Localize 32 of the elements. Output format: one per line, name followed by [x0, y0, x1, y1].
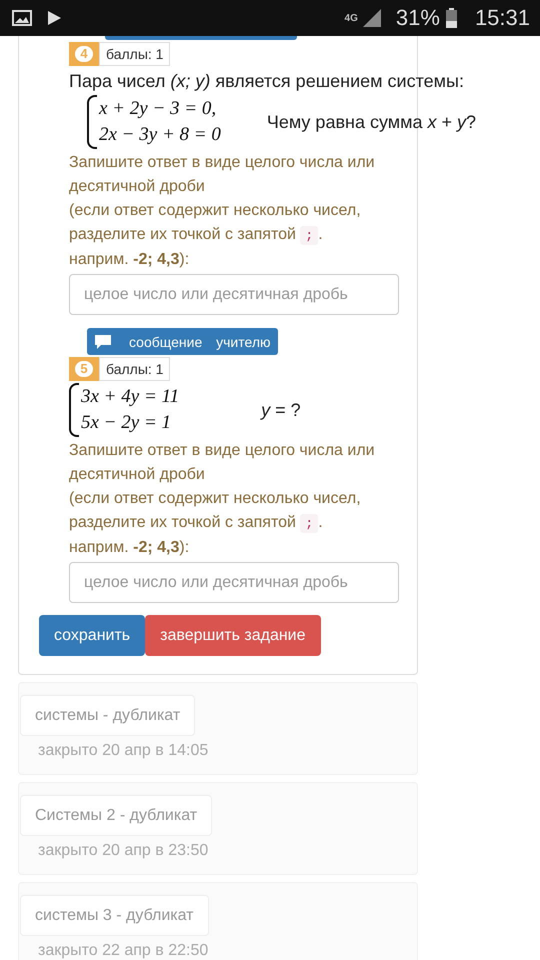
question-prompt: Чему равна сумма x + y? [266, 112, 476, 132]
equation-system: x + 2y − 3 = 0, 2x − 3y + 8 = 0 [87, 95, 221, 149]
network-label: 4G [344, 12, 358, 24]
code-chip: ; [300, 514, 318, 533]
answer-field[interactable]: целое число или десятичная дробь [69, 562, 399, 603]
clock: 15:31 [474, 5, 530, 31]
question-number-badge: 4 [69, 42, 99, 66]
points-label: баллы: 1 [99, 357, 170, 381]
signal-icon [362, 8, 382, 28]
question-number-badge: 5 [69, 357, 99, 381]
assignment-title[interactable]: системы - дубликат [20, 695, 196, 736]
answer-instructions: Запишите ответ в виде целого числа или десятичной дроби (если ответ содержит несколько чисел, разделите их точкой с запятой ; . наприм. -2; 4,3): [69, 153, 376, 270]
battery-percent: 31% [396, 5, 440, 31]
code-chip: ; [300, 226, 318, 245]
answer-instructions: Запишите ответ в виде целого числа или десятичной дроби (если ответ содержит несколько чисел, разделите их точкой с запятой ; . наприм. -2; 4,3): [69, 441, 376, 558]
assignment-title[interactable]: Системы 2 - дубликат [20, 795, 212, 836]
points-label: баллы: 1 [99, 42, 170, 66]
closed-date: закрыто 20 апр в 14:05 [38, 742, 210, 760]
question-prompt: y = ? [261, 400, 301, 420]
equation-system: 3x + 4y = 11 5x − 2y = 1 [69, 383, 180, 437]
play-icon [46, 9, 62, 27]
speech-bubble-icon [95, 334, 111, 348]
battery-icon [446, 8, 457, 28]
image-icon [12, 9, 32, 27]
message-button[interactable]: сообщение учителю [87, 328, 278, 355]
save-button[interactable]: сохранить [39, 615, 146, 656]
closed-date: закрыто 22 апр в 22:50 [38, 942, 210, 960]
assignment-title[interactable]: системы 3 - дубликат [20, 895, 209, 936]
answer-field[interactable]: целое число или десятичная дробь [69, 274, 399, 315]
closed-date: закрыто 20 апр в 23:50 [38, 842, 210, 860]
question-text: Пара чисел (x; y) является решением системы: [69, 70, 464, 93]
finish-button[interactable]: завершить задание [145, 615, 321, 656]
